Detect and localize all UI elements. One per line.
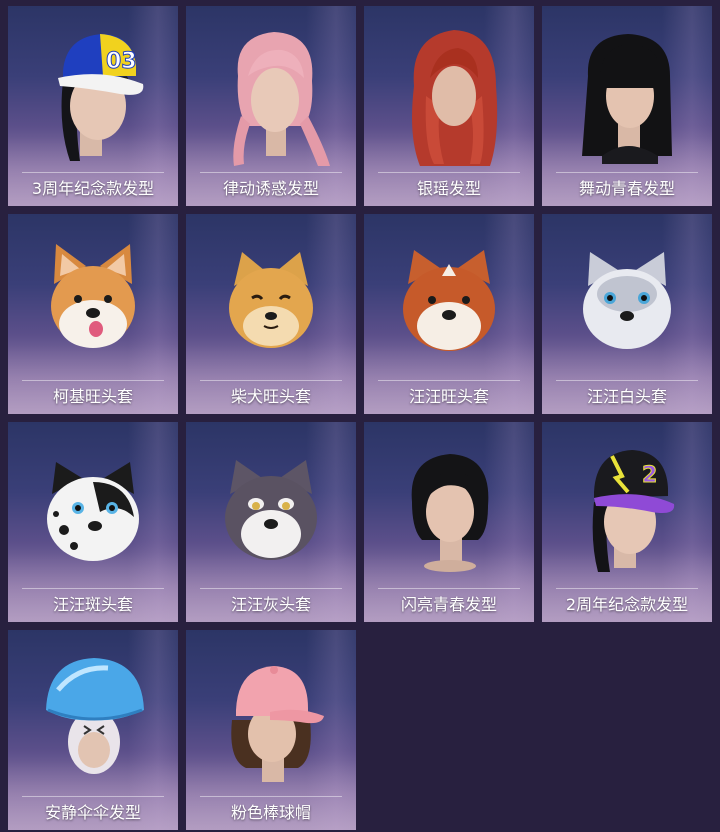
card-divider bbox=[200, 796, 342, 797]
corgi-head-icon bbox=[51, 244, 135, 348]
item-label: 汪汪灰头套 bbox=[230, 595, 311, 614]
item-card-wangwang-white-headgear[interactable]: 汪汪白头套 bbox=[542, 214, 712, 414]
item-label: 银瑶发型 bbox=[416, 179, 481, 198]
item-label: 闪亮青春发型 bbox=[400, 595, 497, 614]
item-card-2nd-anniversary-hairstyle[interactable]: 2 2周年纪念款发型 bbox=[542, 422, 712, 622]
item-card-shiny-youth-hairstyle[interactable]: 闪亮青春发型 bbox=[364, 422, 534, 622]
mushroom-hat-head-icon bbox=[46, 658, 144, 774]
card-divider bbox=[22, 796, 164, 797]
item-label: 3周年纪念款发型 bbox=[31, 179, 155, 198]
item-card-wangwang-spotted-headgear[interactable]: 汪汪斑头套 bbox=[8, 422, 178, 622]
card-divider bbox=[556, 172, 698, 173]
item-label: 粉色棒球帽 bbox=[230, 803, 311, 822]
pink-cap-head-icon bbox=[231, 666, 324, 782]
card-divider bbox=[556, 588, 698, 589]
card-divider bbox=[200, 380, 342, 381]
item-card-dancing-youth-hairstyle[interactable]: 舞动青春发型 bbox=[542, 6, 712, 206]
item-card-pink-baseball-cap[interactable]: 粉色棒球帽 bbox=[186, 630, 356, 830]
item-card-corgi-headgear[interactable]: 柯基旺头套 bbox=[8, 214, 178, 414]
cap-logo-text: 03 bbox=[106, 49, 137, 74]
card-divider bbox=[22, 380, 164, 381]
item-card-wangwang-headgear[interactable]: 汪汪旺头套 bbox=[364, 214, 534, 414]
card-divider bbox=[200, 172, 342, 173]
item-label: 汪汪斑头套 bbox=[52, 595, 133, 614]
card-divider bbox=[22, 172, 164, 173]
item-label: 柴犬旺头套 bbox=[230, 387, 311, 406]
item-grid: 03 3周年纪念款发型 律动诱惑发型 银瑶发型 舞动青春发型 柯基旺头套 柴犬旺… bbox=[0, 0, 720, 832]
black-long-hair-head-icon bbox=[582, 34, 672, 164]
white-dog-head-icon bbox=[583, 252, 671, 349]
item-card-quiet-umbrella-hairstyle[interactable]: 安静伞伞发型 bbox=[8, 630, 178, 830]
gray-dog-head-icon bbox=[225, 460, 317, 560]
card-divider bbox=[22, 588, 164, 589]
cap-girl-icon: 03 bbox=[58, 34, 144, 161]
card-divider bbox=[200, 588, 342, 589]
pink-hair-head-icon bbox=[233, 32, 330, 166]
item-label: 2周年纪念款发型 bbox=[565, 595, 689, 614]
item-label: 汪汪旺头套 bbox=[408, 387, 489, 406]
shiba-head-icon bbox=[229, 252, 313, 348]
item-label: 律动诱惑发型 bbox=[222, 179, 319, 198]
bob-hair-head-icon bbox=[411, 454, 489, 572]
item-card-shiba-headgear[interactable]: 柴犬旺头套 bbox=[186, 214, 356, 414]
card-divider bbox=[378, 380, 520, 381]
card-divider bbox=[378, 172, 520, 173]
item-card-3rd-anniversary-hairstyle[interactable]: 03 3周年纪念款发型 bbox=[8, 6, 178, 206]
red-hair-head-icon bbox=[412, 30, 498, 166]
card-divider bbox=[378, 588, 520, 589]
item-card-rhythm-hairstyle[interactable]: 律动诱惑发型 bbox=[186, 6, 356, 206]
cap-logo-text: 2 bbox=[642, 463, 657, 488]
item-label: 柯基旺头套 bbox=[52, 387, 133, 406]
item-card-wangwang-gray-headgear[interactable]: 汪汪灰头套 bbox=[186, 422, 356, 622]
item-label: 汪汪白头套 bbox=[586, 387, 667, 406]
item-label: 舞动青春发型 bbox=[578, 179, 675, 198]
spotted-dog-head-icon bbox=[47, 462, 139, 561]
purple-cap-girl-icon: 2 bbox=[592, 450, 675, 572]
red-dog-head-icon bbox=[403, 250, 495, 351]
item-label: 安静伞伞发型 bbox=[44, 803, 141, 822]
card-divider bbox=[556, 380, 698, 381]
item-card-yinyao-hairstyle[interactable]: 银瑶发型 bbox=[364, 6, 534, 206]
